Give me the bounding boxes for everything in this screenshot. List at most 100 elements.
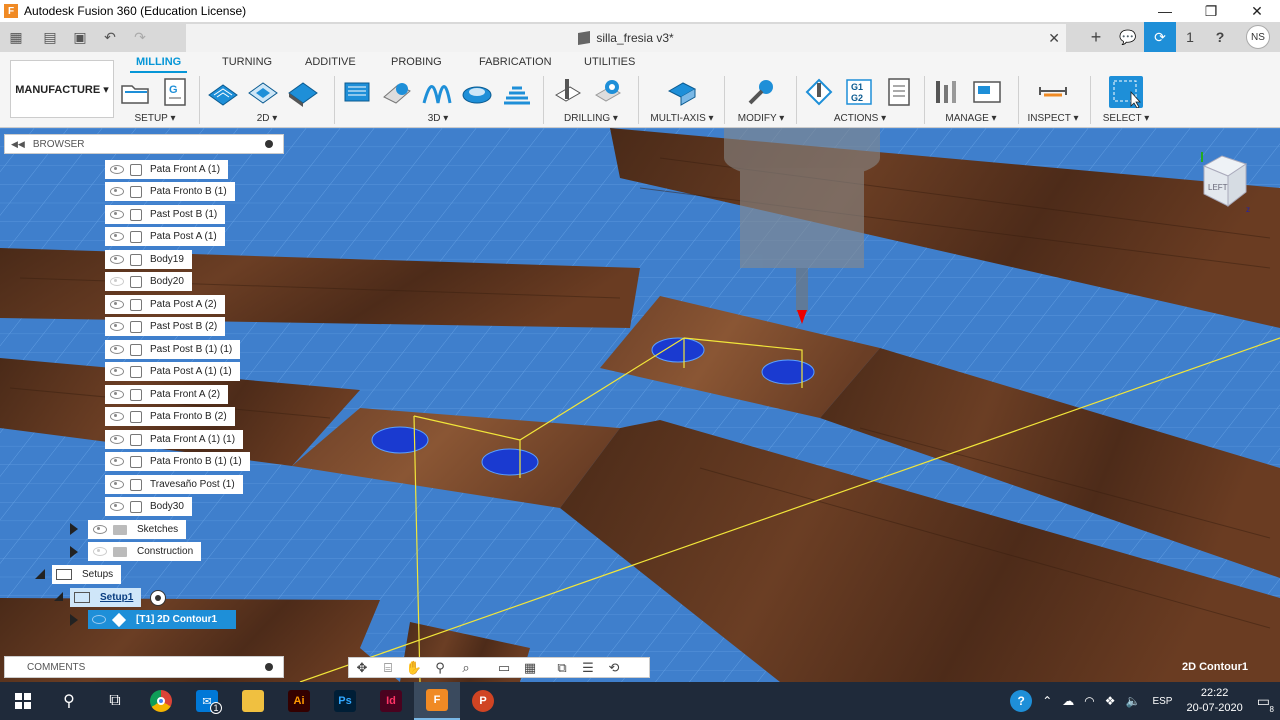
new-setup-icon[interactable] — [118, 76, 152, 108]
swarf-icon[interactable] — [665, 76, 699, 108]
browser-body-item[interactable]: Travesaño Post (1) — [105, 475, 243, 494]
eye-icon[interactable] — [110, 345, 124, 354]
fit-icon[interactable]: ⌕ — [453, 660, 479, 676]
environment-icon[interactable]: ☰ — [575, 660, 601, 676]
notifications-icon[interactable]: 💬 — [1112, 22, 1144, 52]
browser-body-item[interactable]: Pata Post A (1) — [105, 227, 225, 246]
volume-icon[interactable]: 🔈 — [1126, 694, 1141, 708]
eye-hidden-icon[interactable] — [93, 547, 107, 556]
close-document-icon[interactable]: ✕ — [1048, 30, 1060, 47]
undo-icon[interactable]: ↶ — [98, 25, 122, 49]
browser-body-item[interactable]: Past Post B (1) (1) — [105, 340, 241, 359]
tab-turning[interactable]: TURNING — [222, 56, 272, 68]
modify-tool-icon[interactable] — [744, 76, 778, 108]
tab-milling[interactable]: MILLING — [129, 56, 188, 73]
show-hidden-icons[interactable]: ⌃ — [1042, 694, 1052, 708]
search-icon[interactable]: ⚲ — [46, 682, 92, 720]
select-group-label[interactable]: SELECT ▾ — [1098, 113, 1154, 124]
indesign-icon[interactable]: Id — [368, 682, 414, 720]
browser-body-item[interactable]: Pata Fronto B (1) (1) — [105, 452, 250, 471]
zoom-icon[interactable]: ⚲ — [427, 660, 453, 676]
fusion-taskbar-icon[interactable]: F — [414, 682, 460, 720]
browser-body-item[interactable]: Pata Post A (2) — [105, 295, 225, 314]
eye-icon[interactable] — [110, 390, 124, 399]
browser-setups[interactable]: Setups — [52, 565, 122, 584]
orbit-icon[interactable]: ✥ — [349, 660, 375, 676]
2d-pocket-icon[interactable] — [246, 76, 280, 108]
help-icon[interactable]: ? — [1204, 22, 1236, 52]
simulation-icon[interactable]: ⟲ — [601, 660, 627, 676]
expand-construction-icon[interactable] — [70, 546, 78, 558]
setup-active-target-icon[interactable] — [150, 590, 166, 606]
view-cube[interactable]: LEFT z — [1200, 150, 1256, 214]
actions-group-label[interactable]: ACTIONS ▾ — [802, 113, 918, 124]
job-status-icon[interactable]: ⟳ — [1144, 22, 1176, 52]
3d-scallop-icon[interactable] — [460, 76, 494, 108]
eye-icon[interactable] — [110, 367, 124, 376]
save-icon[interactable]: ▣ — [68, 25, 92, 49]
grid-settings-icon[interactable]: ▦ — [517, 660, 543, 676]
expand-sketches-icon[interactable] — [70, 523, 78, 535]
pan-icon[interactable]: ✋ — [401, 660, 427, 676]
tab-fabrication[interactable]: FABRICATION — [479, 56, 552, 68]
notifications-center-icon[interactable]: ▭ 8 — [1257, 693, 1274, 714]
eye-icon[interactable] — [92, 615, 106, 624]
look-at-icon[interactable]: ⌸ — [375, 660, 401, 676]
wifi-icon[interactable]: ◠ — [1084, 694, 1094, 708]
3d-contour-icon[interactable] — [500, 76, 534, 108]
3d-group-label[interactable]: 3D ▾ — [340, 113, 536, 124]
workspace-switcher[interactable]: MANUFACTURE ▾ — [10, 60, 114, 118]
collapse-setup1-icon[interactable] — [54, 592, 63, 601]
dropbox-icon[interactable]: ❖ — [1105, 694, 1116, 708]
simulate-icon[interactable] — [802, 76, 836, 108]
browser-body-item[interactable]: Pata Fronto B (1) — [105, 182, 235, 201]
machine-library-icon[interactable] — [970, 76, 1004, 108]
browser-operation-2d-contour[interactable]: [T1] 2D Contour1 — [88, 610, 236, 629]
start-button[interactable] — [0, 682, 46, 720]
browser-body-item[interactable]: Body19 — [105, 250, 192, 269]
close-window-button[interactable]: ✕ — [1234, 0, 1280, 22]
collapse-browser-icon[interactable]: ◀◀ — [11, 139, 25, 150]
data-panel-grid-icon[interactable]: ▦ — [4, 25, 28, 49]
document-tab[interactable]: silla_fresia v3* ✕ — [186, 24, 1066, 52]
2d-adaptive-icon[interactable] — [206, 76, 240, 108]
drilling-group-label[interactable]: DRILLING ▾ — [550, 113, 632, 124]
2d-group-label[interactable]: 2D ▾ — [206, 113, 328, 124]
chrome-icon[interactable] — [138, 682, 184, 720]
eye-icon[interactable] — [110, 457, 124, 466]
modify-group-label[interactable]: MODIFY ▾ — [730, 113, 792, 124]
eye-icon[interactable] — [110, 255, 124, 264]
expand-operation-icon[interactable] — [70, 614, 78, 626]
multi-axis-group-label[interactable]: MULTI-AXIS ▾ — [646, 113, 718, 124]
browser-body-item[interactable]: Pata Fronto B (2) — [105, 407, 235, 426]
eye-icon[interactable] — [110, 480, 124, 489]
tool-library-icon[interactable] — [930, 76, 964, 108]
task-view-icon[interactable]: ⧉ — [92, 682, 138, 720]
illustrator-icon[interactable]: Ai — [276, 682, 322, 720]
eye-icon[interactable] — [110, 210, 124, 219]
select-icon[interactable] — [1109, 76, 1143, 108]
manage-group-label[interactable]: MANAGE ▾ — [930, 113, 1012, 124]
browser-folder-sketches[interactable]: Sketches — [88, 520, 187, 539]
nc-program-icon[interactable]: G — [158, 76, 192, 108]
eye-icon[interactable] — [110, 300, 124, 309]
browser-pin-icon[interactable] — [265, 140, 273, 148]
user-avatar[interactable]: NS — [1246, 25, 1270, 49]
eye-icon[interactable] — [110, 232, 124, 241]
eye-icon[interactable] — [110, 412, 124, 421]
tab-utilities[interactable]: UTILITIES — [584, 56, 635, 68]
setup-sheet-icon[interactable] — [882, 76, 916, 108]
new-tab-button[interactable]: + — [1080, 22, 1112, 52]
3d-parallel-icon[interactable] — [420, 76, 454, 108]
photoshop-icon[interactable]: Ps — [322, 682, 368, 720]
post-process-icon[interactable]: G1 G2 — [842, 76, 876, 108]
cloud-icon[interactable]: ☁ — [1062, 694, 1074, 708]
tab-additive[interactable]: ADDITIVE — [305, 56, 356, 68]
collapse-setups-icon[interactable] — [35, 569, 45, 579]
browser-body-item[interactable]: Body20 — [105, 272, 192, 291]
jobs-count[interactable]: 1 — [1176, 22, 1204, 52]
inspect-group-label[interactable]: INSPECT ▾ — [1024, 113, 1082, 124]
eye-icon[interactable] — [110, 187, 124, 196]
hole-recognition-icon[interactable] — [590, 76, 624, 108]
setup-group-label[interactable]: SETUP ▾ — [118, 113, 192, 124]
